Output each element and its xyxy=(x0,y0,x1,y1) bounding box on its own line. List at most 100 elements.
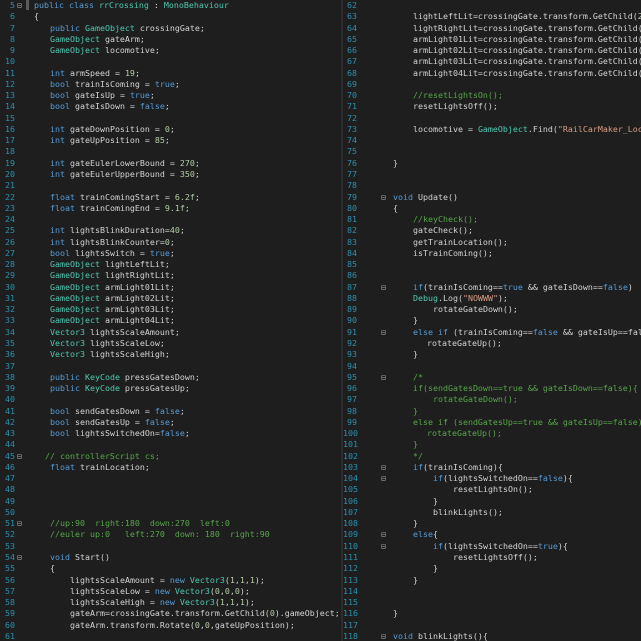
code-line[interactable]: 64 lightRightLit=crossingGate.transform.G… xyxy=(343,23,641,34)
code-line[interactable]: 68 armLight04Lit=crossingGate.transform.G… xyxy=(343,68,641,79)
code-line[interactable]: 114 xyxy=(343,586,641,597)
code-line[interactable]: 90} xyxy=(343,315,641,326)
code-line[interactable]: 70 //resetLightsOn(); xyxy=(343,90,641,101)
code-line[interactable]: 48 xyxy=(0,484,341,495)
fold-toggle-icon[interactable]: ⊟ xyxy=(381,473,389,484)
code-line[interactable]: 39 public KeyCode pressGatesUp; xyxy=(0,383,341,394)
code-line[interactable]: 53 xyxy=(0,541,341,552)
code-line[interactable]: 36 Vector3 lightsScaleHigh; xyxy=(0,349,341,360)
code-line[interactable]: 12 bool trainIsComing = true; xyxy=(0,79,341,90)
code-line[interactable]: 112} xyxy=(343,563,641,574)
code-line[interactable]: 104 ⊟ if(lightsSwitchedOn==false){ xyxy=(343,473,641,484)
code-line[interactable]: 42 bool sendGatesUp = false; xyxy=(0,417,341,428)
code-line[interactable]: 77 xyxy=(343,169,641,180)
code-line[interactable]: 110 ⊟ if(lightsSwitchedOn==true){ xyxy=(343,541,641,552)
code-line[interactable]: 7 public GameObject crossingGate; xyxy=(0,23,341,34)
code-line[interactable]: 82 gateCheck(); xyxy=(343,225,641,236)
fold-toggle-icon[interactable]: ⊟ xyxy=(381,372,389,383)
code-line[interactable]: 60 gateArm.transform.Rotate(0,0,gateUpPos… xyxy=(0,620,341,631)
code-line[interactable]: 17 int gateUpPosition = 85; xyxy=(0,135,341,146)
code-line[interactable]: 11 int armSpeed = 19; xyxy=(0,68,341,79)
code-line[interactable]: 25 int lightsBlinkDuration=40; xyxy=(0,225,341,236)
code-line[interactable]: 85 xyxy=(343,259,641,270)
code-line[interactable]: 113} xyxy=(343,575,641,586)
code-line[interactable]: 72 xyxy=(343,113,641,124)
code-line[interactable]: 94 xyxy=(343,361,641,372)
code-line[interactable]: 107 blinkLights(); xyxy=(343,507,641,518)
fold-toggle-icon[interactable]: ⊟ xyxy=(381,631,389,641)
fold-toggle-icon[interactable]: ⊟ xyxy=(381,327,389,338)
code-line[interactable]: 84 isTrainComing(); xyxy=(343,248,641,259)
code-line[interactable]: 81 //keyCheck(); xyxy=(343,214,641,225)
code-line[interactable]: 5 ⊟ public class rrCrossing : MonoBehaviou… xyxy=(0,0,341,11)
code-line[interactable]: 55 { xyxy=(0,563,341,574)
code-line[interactable]: 43 bool lightsSwitchedOn=false; xyxy=(0,428,341,439)
code-line[interactable]: 57 lightsScaleLow = new Vector3(0,0,0); xyxy=(0,586,341,597)
code-line[interactable]: 8 GameObject gateArm; xyxy=(0,34,341,45)
code-line[interactable]: 87 ⊟ if(trainIsComing==true && gateIsDown=… xyxy=(343,282,641,293)
code-line[interactable]: 6{ xyxy=(0,11,341,22)
fold-toggle-icon[interactable]: ⊟ xyxy=(381,541,389,552)
fold-toggle-icon[interactable]: ⊟ xyxy=(381,529,389,540)
code-line[interactable]: 100 rotateGateUp(); xyxy=(343,428,641,439)
code-line[interactable]: 13 bool gateIsUp = true; xyxy=(0,90,341,101)
code-line[interactable]: 45 ⊟ // controllerScript cs; xyxy=(0,451,341,462)
code-line[interactable]: 20 int gateEulerUpperBound = 350; xyxy=(0,169,341,180)
code-line[interactable]: 58 lightsScaleHigh = new Vector3(1,1,1); xyxy=(0,597,341,608)
code-line[interactable]: 46 float trainLocation; xyxy=(0,462,341,473)
code-line[interactable]: 26 int lightsBlinkCounter=0; xyxy=(0,237,341,248)
fold-toggle-icon[interactable]: ⊟ xyxy=(381,192,389,203)
code-line[interactable]: 92 rotateGateUp(); xyxy=(343,338,641,349)
code-line[interactable]: 28 GameObject lightLeftLit; xyxy=(0,259,341,270)
code-line[interactable]: 91 ⊟ else if (trainIsComing==false && gate… xyxy=(343,327,641,338)
code-line[interactable]: 59 gateArm=crossingGate.transform.GetChil… xyxy=(0,608,341,619)
code-line[interactable]: 103 ⊟ if(trainIsComing){ xyxy=(343,462,641,473)
code-line[interactable]: 10 xyxy=(0,56,341,67)
code-line[interactable]: 86 xyxy=(343,270,641,281)
code-line[interactable]: 33 GameObject armLight04Lit; xyxy=(0,315,341,326)
code-line[interactable]: 89 rotateGateDown(); xyxy=(343,304,641,315)
code-line[interactable]: 9 GameObject locomotive; xyxy=(0,45,341,56)
code-line[interactable]: 14 bool gateIsDown = false; xyxy=(0,101,341,112)
fold-toggle-icon[interactable]: ⊟ xyxy=(17,0,25,11)
code-line[interactable]: 18 xyxy=(0,146,341,157)
code-line[interactable]: 83 getTrainLocation(); xyxy=(343,237,641,248)
code-line[interactable]: 73 locomotive = GameObject.Find("RailCarM… xyxy=(343,124,641,135)
code-line[interactable]: 15 xyxy=(0,113,341,124)
code-line[interactable]: 101} xyxy=(343,439,641,450)
code-line[interactable]: 117 xyxy=(343,620,641,631)
code-line[interactable]: 63 lightLeftLit=crossingGate.transform.Ge… xyxy=(343,11,641,22)
code-line[interactable]: 75 xyxy=(343,146,641,157)
code-line[interactable]: 99 else if (sendGatesUp==true && gateIsUp… xyxy=(343,417,641,428)
code-line[interactable]: 66 armLight02Lit=crossingGate.transform.G… xyxy=(343,45,641,56)
code-line[interactable]: 102 */ xyxy=(343,451,641,462)
code-line[interactable]: 24 xyxy=(0,214,341,225)
code-line[interactable]: 79 ⊟ void Update() xyxy=(343,192,641,203)
code-line[interactable]: 67 armLight03Lit=crossingGate.transform.G… xyxy=(343,56,641,67)
code-line[interactable]: 27 bool lightsSwitch = true; xyxy=(0,248,341,259)
code-line[interactable]: 44 xyxy=(0,439,341,450)
fold-toggle-icon[interactable]: ⊟ xyxy=(17,552,25,563)
code-line[interactable]: 76} xyxy=(343,158,641,169)
code-line[interactable]: 69 xyxy=(343,79,641,90)
code-line[interactable]: 65 armLight01Lit=crossingGate.transform.G… xyxy=(343,34,641,45)
code-line[interactable]: 22 float trainComingStart = 6.2f; xyxy=(0,192,341,203)
code-line[interactable]: 34 Vector3 lightsScaleAmount; xyxy=(0,327,341,338)
code-line[interactable]: 40 xyxy=(0,394,341,405)
code-line[interactable]: 88 Debug.Log("NOWWW"); xyxy=(343,293,641,304)
code-line[interactable]: 35 Vector3 lightsScaleLow; xyxy=(0,338,341,349)
code-line[interactable]: 56 lightsScaleAmount = new Vector3(1,1,1)… xyxy=(0,575,341,586)
code-line[interactable]: 52 //euler up:0 left:270 down: 180 right:… xyxy=(0,529,341,540)
fold-toggle-icon[interactable]: ⊟ xyxy=(381,462,389,473)
code-line[interactable]: 47 xyxy=(0,473,341,484)
editor-pane-right[interactable]: 62 63 lightLeftLit=crossingGate.transform.… xyxy=(343,0,641,641)
code-line[interactable]: 105 resetLightsOn(); xyxy=(343,484,641,495)
code-line[interactable]: 54 ⊟ void Start() xyxy=(0,552,341,563)
code-line[interactable]: 97 rotateGateDown(); xyxy=(343,394,641,405)
code-line[interactable]: 21 xyxy=(0,180,341,191)
code-line[interactable]: 30 GameObject armLight01Lit; xyxy=(0,282,341,293)
code-line[interactable]: 96 if(sendGatesDown==true && gateIsDown==… xyxy=(343,383,641,394)
code-line[interactable]: 93} xyxy=(343,349,641,360)
code-line[interactable]: 108} xyxy=(343,518,641,529)
code-line[interactable]: 38 public KeyCode pressGatesDown; xyxy=(0,372,341,383)
